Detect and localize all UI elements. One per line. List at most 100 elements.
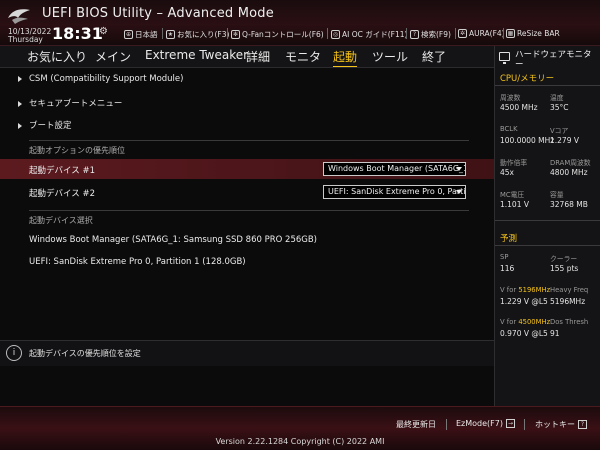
sp-value: 116 bbox=[500, 264, 515, 273]
tab-monitor[interactable]: モニタ bbox=[285, 48, 321, 65]
question-icon: ? bbox=[410, 30, 419, 39]
chevron-right-icon bbox=[18, 75, 22, 82]
boot-option-2-select[interactable]: UEFI: SanDisk Extreme Pro 0, Partition 1… bbox=[323, 185, 466, 199]
gear-icon[interactable]: ⚙ bbox=[99, 26, 108, 37]
chevron-right-icon bbox=[18, 100, 22, 107]
mc-voltage-value: 1.101 V bbox=[500, 200, 529, 209]
hotkey-label: ホットキー bbox=[535, 420, 575, 429]
favorites-button[interactable]: ★ お気に入り(F3) bbox=[166, 29, 229, 40]
boot-configuration-label: ブート設定 bbox=[29, 121, 72, 131]
vcore-value: 1.279 V bbox=[550, 136, 579, 145]
section-divider bbox=[29, 210, 469, 211]
search-button[interactable]: ? 検索(F9) bbox=[410, 29, 451, 40]
priority-header: 起動オプションの優先順位 bbox=[29, 146, 125, 155]
secure-boot-label: セキュアブートメニュー bbox=[29, 99, 123, 109]
ratio-value: 45x bbox=[500, 168, 514, 177]
globe-icon: ⊕ bbox=[124, 30, 133, 39]
cpu-frequency-value: 4500 MHz bbox=[500, 103, 538, 112]
lower-blank-area bbox=[0, 366, 494, 406]
question-icon: ? bbox=[578, 420, 587, 429]
hardware-monitor-panel: ハードウェアモニター CPU/メモリー 周波数 温度 4500 MHz 35°C… bbox=[494, 46, 600, 406]
v-for-prefix: V for bbox=[500, 318, 519, 326]
last-modified-button[interactable]: 最終更新日 bbox=[396, 419, 436, 430]
tab-extreme-tweaker[interactable]: Extreme Tweaker bbox=[145, 48, 248, 62]
favorites-label: お気に入り(F3) bbox=[177, 30, 230, 39]
star-icon: ★ bbox=[166, 30, 175, 39]
csm-submenu[interactable]: CSM (Compatibility Support Module) bbox=[18, 74, 183, 84]
resize-bar-icon: ▦ bbox=[506, 29, 515, 38]
secure-boot-submenu[interactable]: セキュアブートメニュー bbox=[18, 97, 122, 109]
bclk-label: BCLK bbox=[500, 125, 518, 133]
tab-advanced[interactable]: 詳細 bbox=[246, 48, 270, 65]
cpu-temperature-label: 温度 bbox=[550, 94, 564, 102]
toolbar-divider bbox=[227, 28, 228, 39]
hotkey-button[interactable]: ホットキー ? bbox=[535, 419, 587, 430]
search-label: 検索(F9) bbox=[421, 30, 451, 39]
top-header: UEFI BIOS Utility – Advanced Mode 10/13/… bbox=[0, 0, 600, 46]
boot-settings-panel: CSM (Compatibility Support Module) セキュアブ… bbox=[0, 68, 494, 340]
tab-boot[interactable]: 起動 bbox=[333, 48, 358, 67]
dos-thresh-value: 91 bbox=[550, 329, 560, 338]
resize-bar-button[interactable]: ▦ ReSize BAR bbox=[506, 29, 560, 38]
capacity-value: 32768 MB bbox=[550, 200, 588, 209]
help-text: 起動デバイスの優先順位を設定 bbox=[29, 349, 141, 358]
toolbar-divider bbox=[327, 28, 328, 39]
bclk-value: 100.0000 MHz bbox=[500, 136, 555, 145]
section-divider bbox=[29, 140, 469, 141]
cooler-label: クーラー bbox=[550, 255, 578, 263]
clock-display: 18:31 bbox=[52, 24, 103, 43]
exit-arrow-icon: → bbox=[505, 419, 515, 428]
footer-divider bbox=[524, 419, 525, 430]
ai-oc-guide-label: AI OC ガイド(F11) bbox=[342, 30, 408, 39]
toolbar-divider bbox=[503, 28, 504, 39]
cpu-memory-section: CPU/メモリー bbox=[500, 74, 555, 84]
csm-label: CSM (Compatibility Support Module) bbox=[29, 74, 184, 84]
toolbar-divider bbox=[162, 28, 163, 39]
ai-oc-guide-button[interactable]: ◎ AI OC ガイド(F11) bbox=[331, 29, 407, 40]
weekday-text: Thursday bbox=[8, 35, 43, 44]
ezmode-button[interactable]: EzMode(F7) → bbox=[456, 419, 515, 428]
qfan-button[interactable]: ✻ Q-Fanコントロール(F6) bbox=[231, 29, 324, 40]
boot-option-1-label: 起動デバイス #1 bbox=[29, 166, 95, 176]
menu-bar: お気に入り メイン Extreme Tweaker 詳細 モニタ 起動 ツール … bbox=[0, 46, 494, 68]
boot-option-1-select[interactable]: Windows Boot Manager (SATA6G_1: Samsung … bbox=[323, 162, 466, 176]
boot-configuration-submenu[interactable]: ブート設定 bbox=[18, 119, 72, 131]
v-for-heavy-freq: 5196MHz bbox=[518, 286, 551, 294]
boot-device-sandisk[interactable]: UEFI: SanDisk Extreme Pro 0, Partition 1… bbox=[29, 257, 246, 267]
resize-bar-label: ReSize BAR bbox=[517, 29, 560, 38]
heavy-freq-label: Heavy Freq bbox=[550, 286, 589, 294]
capacity-label: 容量 bbox=[550, 191, 564, 199]
chevron-down-icon bbox=[456, 167, 462, 171]
language-button[interactable]: ⊕ 日本語 bbox=[124, 29, 158, 40]
cpu-frequency-label: 周波数 bbox=[500, 94, 521, 102]
vcore-label: Vコア bbox=[550, 127, 569, 135]
ezmode-label: EzMode(F7) bbox=[456, 419, 503, 428]
version-text: Version 2.22.1284 Copyright (C) 2022 AMI bbox=[215, 437, 385, 446]
chevron-right-icon bbox=[18, 122, 22, 129]
rog-logo-icon bbox=[8, 9, 30, 24]
dos-thresh-label: Dos Thresh bbox=[550, 318, 589, 326]
aura-button[interactable]: ✲ AURA(F4) bbox=[458, 29, 505, 38]
tab-exit[interactable]: 終了 bbox=[422, 48, 446, 65]
boot-option-2-value: UEFI: SanDisk Extreme Pro 0, Partition 1… bbox=[328, 187, 466, 196]
footer-divider bbox=[446, 419, 447, 430]
fan-icon: ✻ bbox=[231, 30, 240, 39]
tab-main[interactable]: メイン bbox=[95, 48, 131, 65]
monitor-icon bbox=[499, 52, 510, 64]
help-bar: i 起動デバイスの優先順位を設定 bbox=[0, 340, 494, 366]
tab-tool[interactable]: ツール bbox=[372, 48, 408, 65]
boot-option-1-value: Windows Boot Manager (SATA6G_1: Samsung … bbox=[328, 164, 465, 173]
tab-favorites[interactable]: お気に入り bbox=[27, 48, 87, 65]
info-icon: i bbox=[6, 345, 22, 361]
toolbar-divider bbox=[406, 28, 407, 39]
boot-option-2-row[interactable]: 起動デバイス #2 UEFI: SanDisk Extreme Pro 0, P… bbox=[0, 182, 494, 202]
v-for-base-value: 0.970 V @L5 bbox=[500, 329, 548, 338]
boot-device-windows[interactable]: Windows Boot Manager (SATA6G_1: Samsung … bbox=[29, 235, 317, 245]
v-for-heavy-label: V for 5196MHz bbox=[500, 286, 550, 294]
hardware-monitor-title: ハードウェアモニター bbox=[515, 50, 592, 70]
boot-option-1-row[interactable]: 起動デバイス #1 Windows Boot Manager (SATA6G_1… bbox=[0, 159, 494, 179]
heavy-freq-value: 5196MHz bbox=[550, 297, 586, 306]
cooler-value: 155 pts bbox=[550, 264, 579, 273]
v-for-base-label: V for 4500MHz bbox=[500, 318, 550, 326]
sp-label: SP bbox=[500, 253, 509, 261]
